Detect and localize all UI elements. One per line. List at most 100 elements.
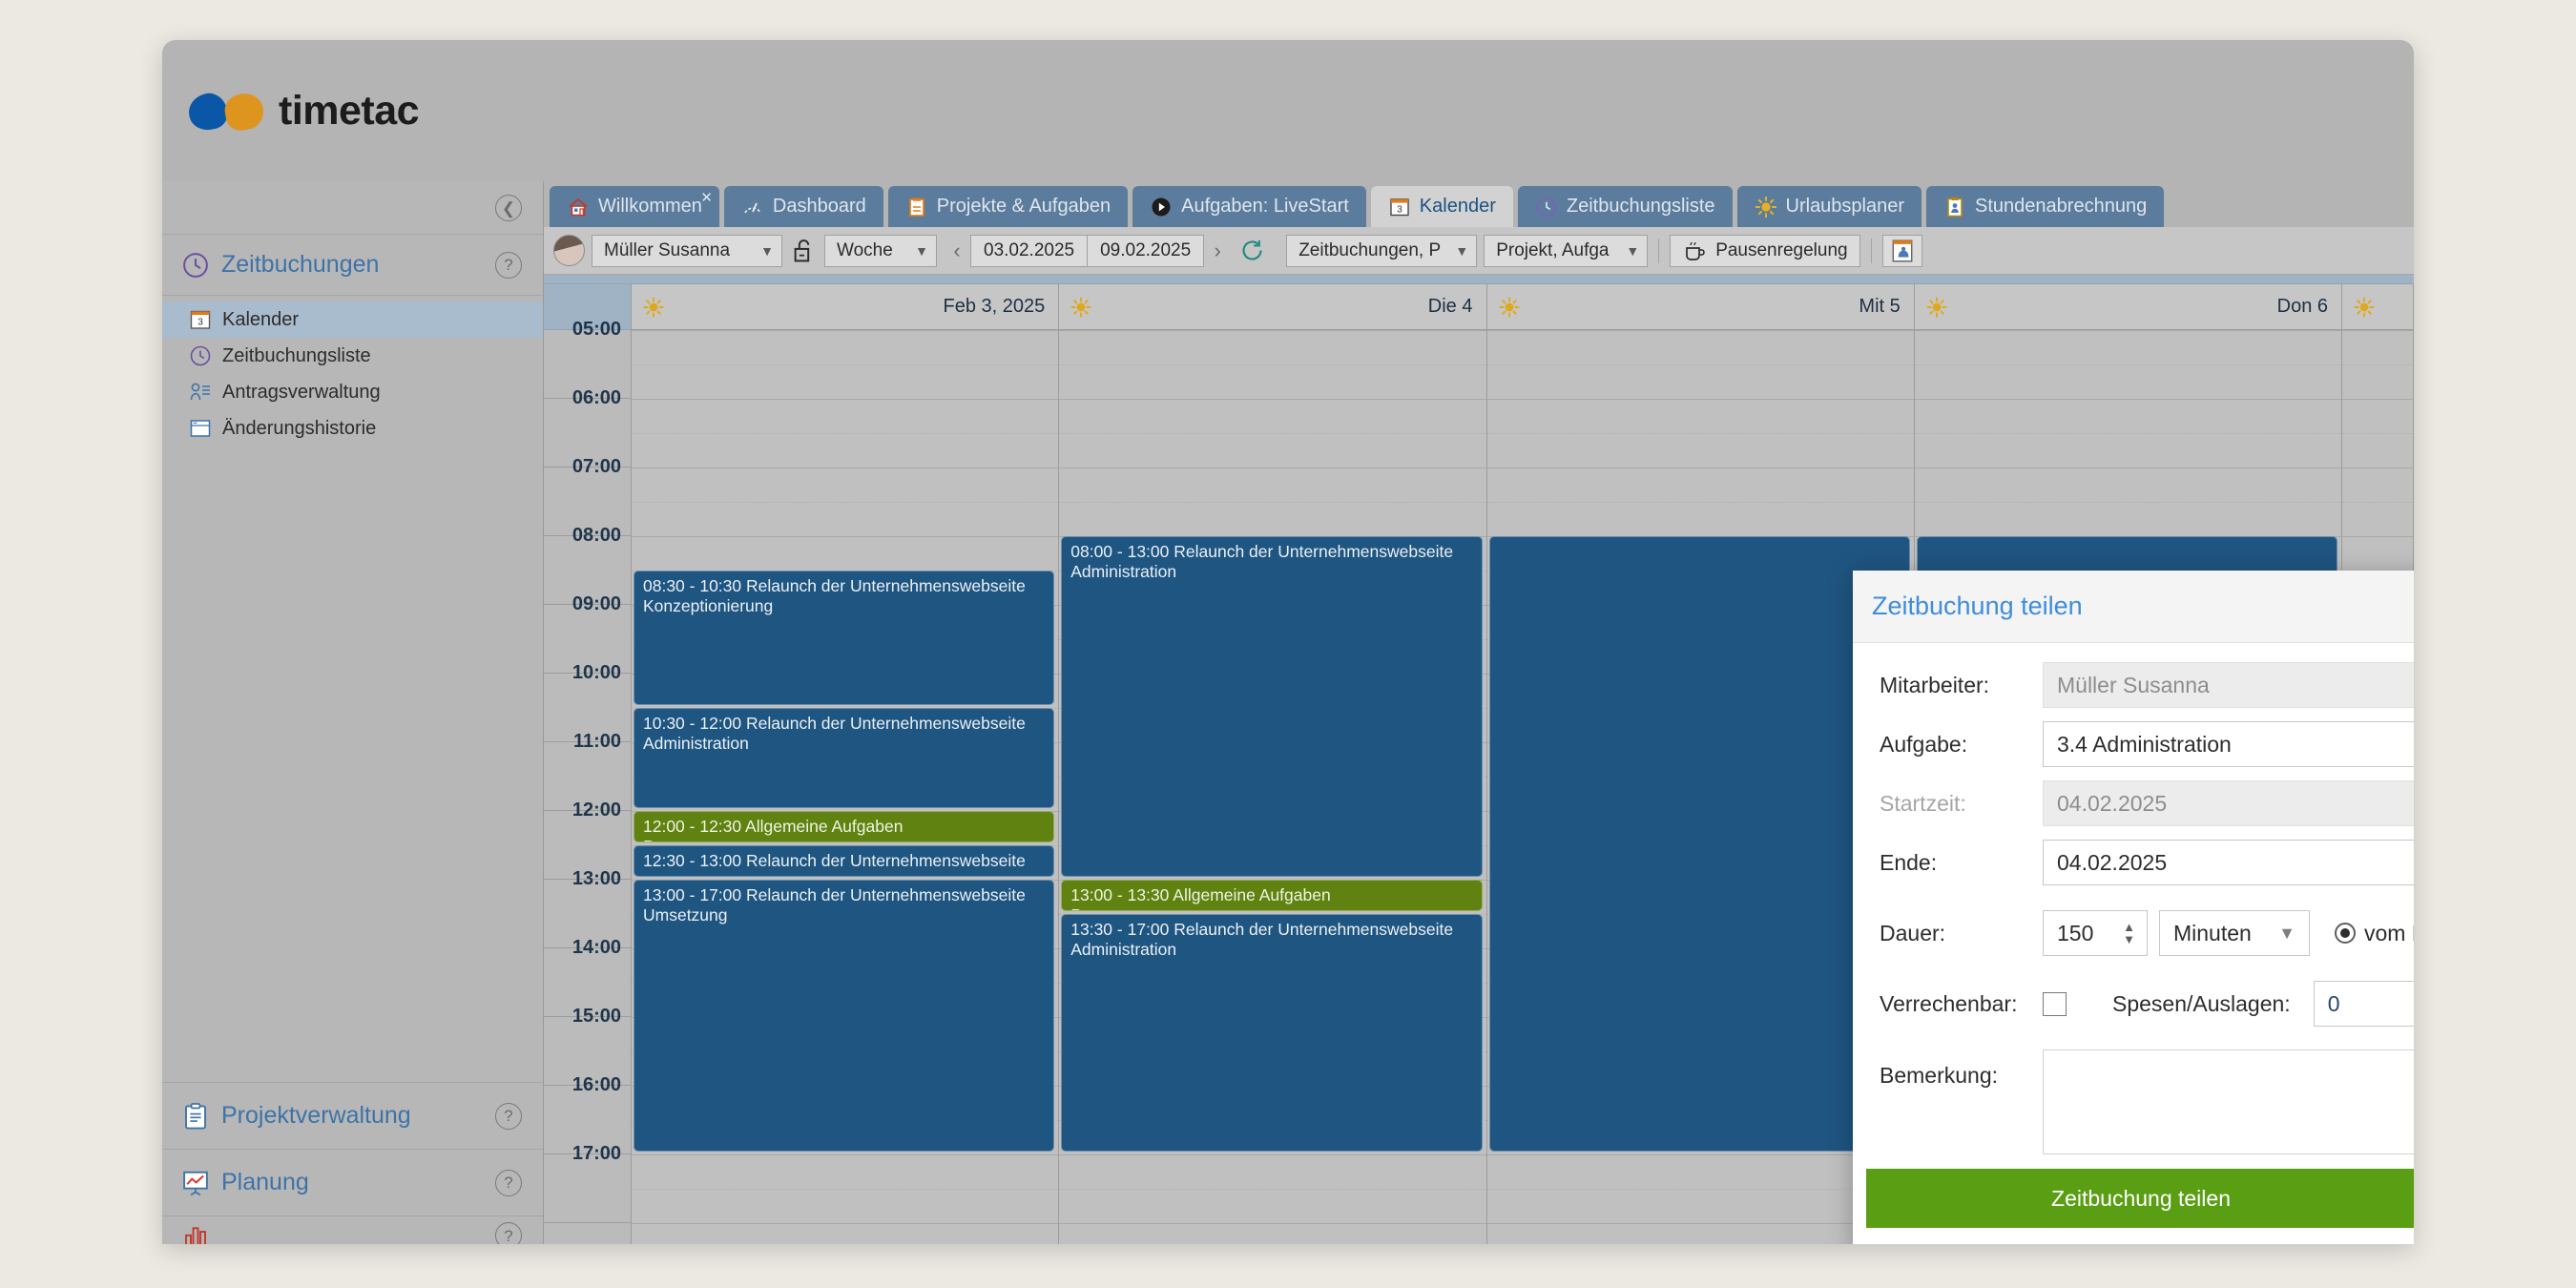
calendar-event[interactable]: 10:30 - 12:00 Relaunch der Unternehmensw… (634, 708, 1055, 808)
question-circle-icon[interactable]: ? (495, 1222, 522, 1244)
field-row-verrechenbar: Verrechenbar: Spesen/Auslagen: 0 ▲▼ (1866, 981, 2414, 1027)
sidebar-item-zeitbuchungsliste[interactable]: Zeitbuchungsliste (162, 338, 543, 374)
folder-icon (908, 197, 924, 217)
employee-select[interactable]: Müller Susanna ▼ (592, 234, 782, 267)
calendar-event[interactable]: 08:00 - 13:00 Relaunch der Unternehmensw… (1061, 536, 1483, 877)
brand-name: timetac (279, 87, 420, 134)
chevron-left-circle-icon[interactable]: ❮ (495, 195, 522, 221)
field-row-mitarbeiter: Mitarbeiter: Müller Susanna (1866, 662, 2414, 708)
event-subtitle: Administration (1070, 940, 1177, 959)
tab-willkommen[interactable]: Willkommen ✕ (550, 186, 719, 227)
dialog-title: Zeitbuchung teilen (1872, 592, 2083, 620)
tab-zeitbuchungsliste[interactable]: Zeitbuchungsliste (1517, 186, 1733, 227)
unlocked-padlock-icon[interactable] (789, 235, 818, 267)
radio-vom-beginn[interactable]: vom Beginn (2335, 921, 2414, 946)
tab-kalender[interactable]: 3 Kalender (1370, 186, 1513, 227)
question-circle-icon[interactable]: ? (495, 1169, 522, 1196)
tab-aufgaben-livestart[interactable]: Aufgaben: LiveStart (1132, 186, 1366, 227)
calendar-event[interactable]: 08:30 - 10:30 Relaunch der Unternehmensw… (634, 571, 1055, 705)
date-from-input[interactable]: 03.02.2025 (970, 234, 1089, 267)
verrechenbar-checkbox[interactable] (2043, 991, 2067, 1016)
hour-gridline (1486, 399, 1914, 400)
event-time-title: 10:30 - 12:00 Relaunch der Unternehmensw… (643, 714, 1026, 733)
half-hour-gridline (632, 364, 1059, 365)
clipboard-icon (185, 1102, 206, 1129)
sidebar-section-projektverwaltung[interactable]: Projektverwaltung ? (162, 1082, 543, 1149)
calendar-event[interactable]: 12:30 - 13:00 Relaunch der Unternehmensw… (634, 845, 1055, 877)
calendar-event[interactable]: 13:30 - 17:00 Relaunch der Unternehmensw… (1061, 914, 1483, 1152)
sun-icon (1070, 297, 1091, 317)
sidebar-nav-list: 3 Kalender Zeitbuchungsliste Antragsverw… (162, 296, 543, 447)
hour-gridline (2342, 467, 2413, 468)
sidebar-item-antragsverwaltung[interactable]: Antragsverwaltung (162, 374, 543, 410)
hour-gridline (1914, 330, 2341, 331)
refresh-icon[interactable] (1237, 235, 1266, 267)
event-time-title: 12:00 - 12:30 Allgemeine Aufgaben (643, 817, 904, 836)
half-hour-gridline (632, 433, 1059, 434)
hour-gridline (632, 467, 1059, 468)
date-range-group: ‹ 03.02.2025 09.02.2025 › (944, 234, 1231, 267)
day-body[interactable]: 08:30 - 10:30 Relaunch der Unternehmensw… (632, 330, 1059, 1244)
event-subtitle: Pause (1070, 905, 1473, 910)
radio-button[interactable] (2335, 923, 2356, 944)
day-header: Die 4 (1059, 284, 1486, 330)
chevron-down-icon: ▼ (760, 242, 774, 259)
half-hour-gridline (2342, 433, 2413, 434)
sidebar-section-zeitbuchungen[interactable]: Zeitbuchungen ? (162, 235, 543, 296)
chevron-left-icon[interactable]: ‹ (944, 235, 970, 267)
calendar-event[interactable]: 12:00 - 12:30 Allgemeine AufgabenPause (634, 811, 1055, 842)
sidebar: ❮ Zeitbuchungen ? 3 Kalender Zeitbuchung… (162, 181, 544, 1244)
question-circle-icon[interactable]: ? (495, 251, 522, 279)
day-body[interactable]: 08:00 - 13:00 Relaunch der Unternehmensw… (1059, 330, 1486, 1244)
chart-board-icon (183, 1171, 208, 1195)
calendar-export-button[interactable] (1881, 234, 1922, 267)
sidebar-section-planung[interactable]: Planung ? (162, 1149, 543, 1215)
day-body[interactable] (1486, 330, 1914, 1244)
tab-urlaubsplaner[interactable]: Urlaubsplaner (1736, 186, 1922, 227)
view-select[interactable]: Woche ▼ (824, 234, 937, 267)
aufgabe-select[interactable]: 3.4 Administration ▼ (2043, 721, 2414, 767)
ende-date-value: 04.02.2025 (2057, 849, 2168, 875)
stepper-arrows-icon[interactable]: ▲ ▼ (2123, 921, 2135, 945)
close-icon[interactable]: ✕ (700, 189, 713, 206)
dauer-unit-select[interactable]: Minuten ▼ (2159, 910, 2310, 956)
date-to-input[interactable]: 09.02.2025 (1088, 234, 1205, 267)
bookings-filter-select[interactable]: Zeitbuchungen, Pla ▼ (1286, 234, 1478, 267)
event-subtitle: Pause (643, 837, 1046, 841)
hour-gridline (632, 1154, 1059, 1155)
aufgabe-label: Aufgabe: (1880, 731, 1968, 757)
question-circle-icon[interactable]: ? (495, 1102, 522, 1130)
user-avatar[interactable] (553, 235, 585, 266)
ende-label: Ende: (1880, 849, 1938, 875)
day-label: Feb 3, 2025 (943, 296, 1046, 317)
chevron-right-icon[interactable]: › (1204, 235, 1231, 267)
calendar-event[interactable]: 13:00 - 13:30 Allgemeine AufgabenPause (1061, 880, 1483, 911)
submit-split-button[interactable]: Zeitbuchung teilen (1866, 1169, 2414, 1228)
half-hour-gridline (1486, 502, 1914, 503)
day-label: Mit 5 (1859, 296, 1901, 317)
dialog-body: Mitarbeiter: Müller Susanna Aufgabe: 3.4… (1853, 643, 2414, 1154)
calendar-event[interactable] (1488, 536, 1910, 1152)
tab-dashboard[interactable]: Dashboard (723, 186, 883, 227)
ende-date-field[interactable]: 04.02.2025 (2043, 840, 2414, 885)
coffee-cup-icon (1686, 241, 1705, 260)
spesen-input[interactable]: 0 ▲▼ (2313, 981, 2414, 1027)
pausenregelung-button[interactable]: Pausenregelung (1670, 234, 1860, 267)
startzeit-label: Startzeit: (1880, 790, 1966, 816)
mitarbeiter-field: Müller Susanna (2043, 662, 2414, 708)
sidebar-item-aenderungshistorie[interactable]: Änderungshistorie (162, 410, 543, 447)
bemerkung-textarea[interactable] (2043, 1049, 2414, 1154)
hour-gridline (1914, 399, 2341, 400)
brand-header: timetac (162, 40, 544, 181)
chevron-down-icon: ▼ (1455, 242, 1469, 259)
sidebar-item-label: Antragsverwaltung (222, 381, 381, 403)
tab-stundenabrechnung[interactable]: Stundenabrechnung (1926, 186, 2165, 227)
sidebar-collapse-row: ❮ (162, 181, 543, 235)
sidebar-item-kalender[interactable]: 3 Kalender (162, 301, 543, 338)
sidebar-section-partial[interactable]: ? (162, 1215, 543, 1244)
pausenregelung-label: Pausenregelung (1715, 239, 1848, 260)
project-filter-select[interactable]: Projekt, Aufga ▼ (1484, 234, 1649, 267)
dauer-input[interactable]: 150 ▲ ▼ (2043, 910, 2148, 956)
tab-projekte-aufgaben[interactable]: Projekte & Aufgaben (887, 186, 1129, 227)
calendar-event[interactable]: 13:00 - 17:00 Relaunch der Unternehmensw… (634, 880, 1055, 1152)
